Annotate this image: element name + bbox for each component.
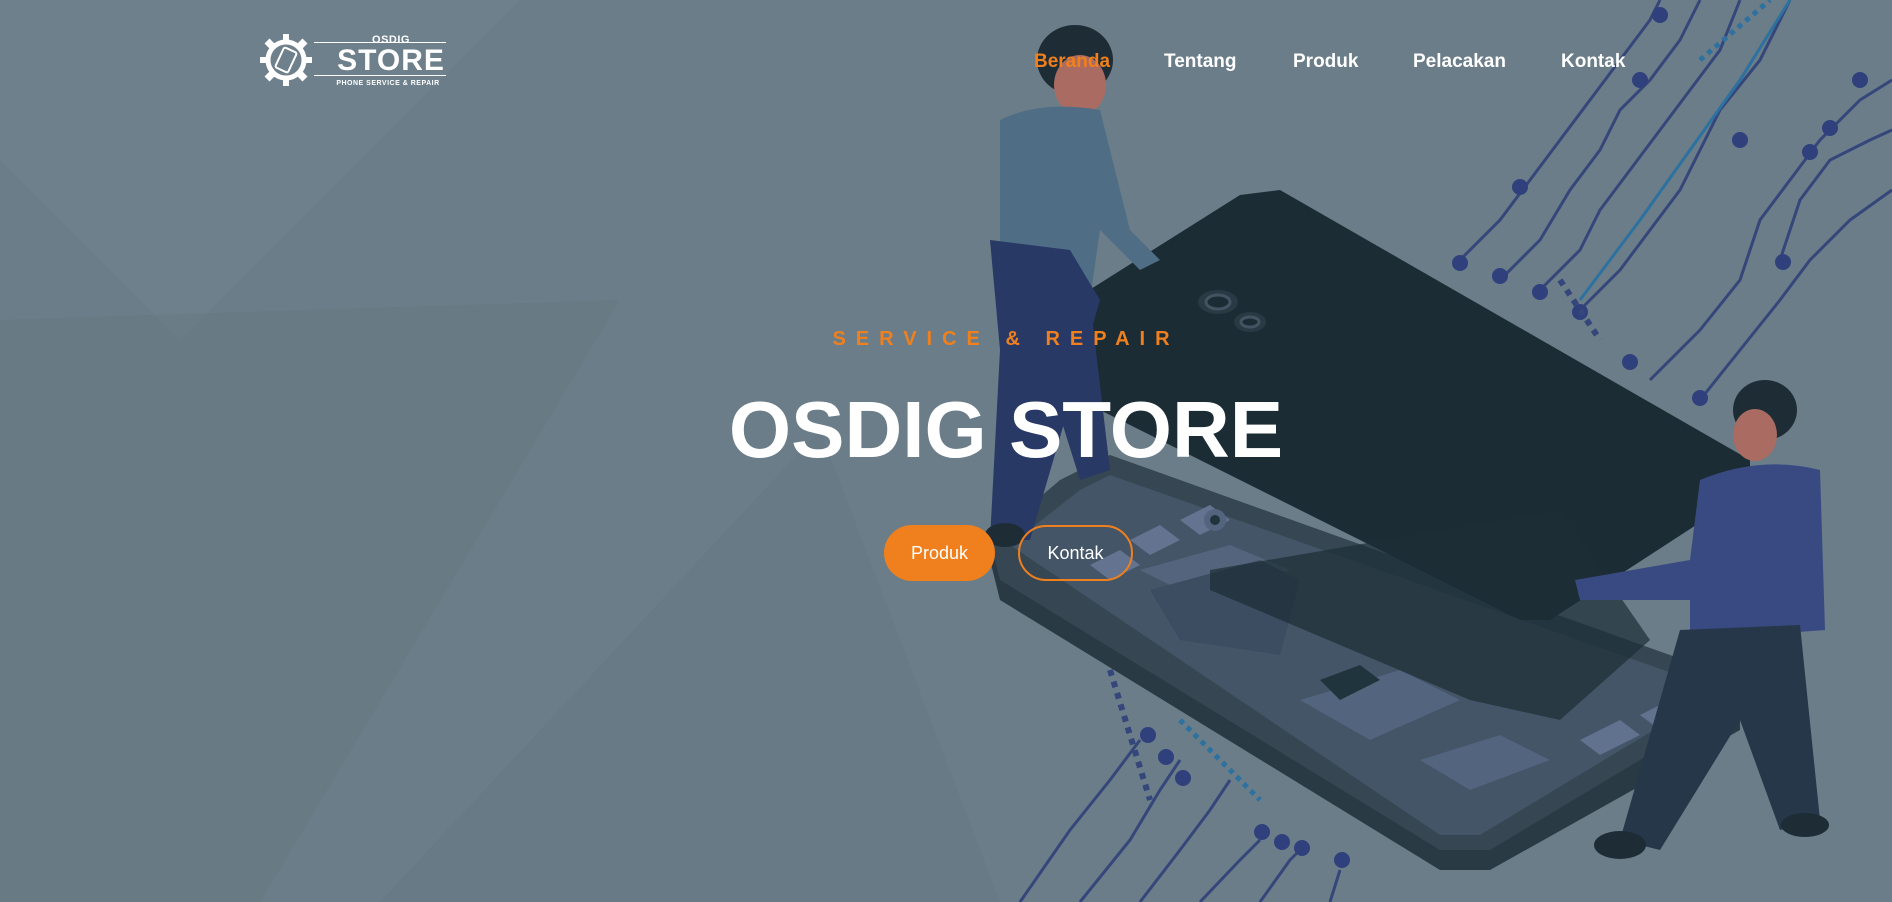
logo-divider-bottom xyxy=(314,75,446,76)
nav-item-beranda[interactable]: Beranda xyxy=(1034,49,1110,75)
nav-item-produk[interactable]: Produk xyxy=(1293,49,1358,75)
logo-divider-top xyxy=(314,42,446,43)
nav-item-pelacakan[interactable]: Pelacakan xyxy=(1413,49,1506,75)
hero-title: OSDIG STORE xyxy=(728,385,1284,474)
nav-item-tentang[interactable]: Tentang xyxy=(1164,49,1236,75)
logo-tagline: PHONE SERVICE & REPAIR xyxy=(336,80,440,87)
kontak-button[interactable]: Kontak xyxy=(1018,525,1133,581)
hero-eyebrow: SERVICE & REPAIR xyxy=(832,328,1180,350)
produk-button[interactable]: Produk xyxy=(884,525,995,581)
main-nav: Beranda Tentang Produk Pelacakan Kontak xyxy=(0,49,1892,75)
nav-item-kontak[interactable]: Kontak xyxy=(1561,49,1625,75)
